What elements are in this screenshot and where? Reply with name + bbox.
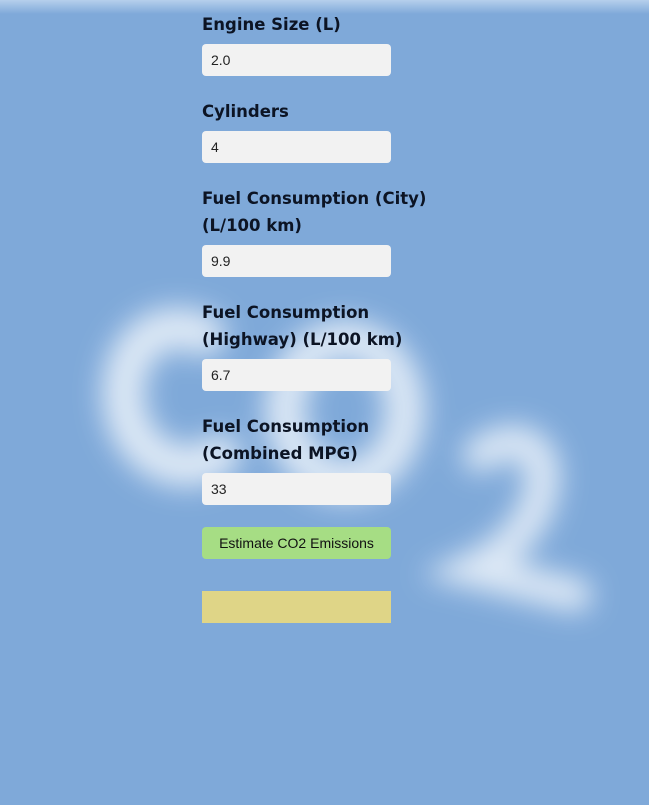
fuel-city-input[interactable]	[202, 245, 391, 277]
fuel-combined-input[interactable]	[202, 473, 391, 505]
engine-size-field: Engine Size (L)	[202, 11, 462, 76]
cylinders-label: Cylinders	[202, 102, 289, 121]
fuel-combined-label: Fuel Consumption (Combined MPG)	[202, 417, 370, 463]
estimate-button[interactable]: Estimate CO2 Emissions	[202, 527, 391, 559]
cylinders-input[interactable]	[202, 131, 391, 163]
result-output	[202, 591, 391, 623]
fuel-city-field: Fuel Consumption (City) (L/100 km)	[202, 185, 462, 277]
fuel-combined-field: Fuel Consumption (Combined MPG)	[202, 413, 462, 505]
cylinders-field: Cylinders	[202, 98, 462, 163]
engine-size-label: Engine Size (L)	[202, 15, 341, 34]
fuel-highway-label: Fuel Consumption (Highway) (L/100 km)	[202, 303, 403, 349]
fuel-city-label: Fuel Consumption (City) (L/100 km)	[202, 189, 427, 235]
fuel-highway-field: Fuel Consumption (Highway) (L/100 km)	[202, 299, 462, 391]
fuel-highway-input[interactable]	[202, 359, 391, 391]
emissions-form: Engine Size (L) Cylinders Fuel Consumpti…	[202, 11, 462, 623]
engine-size-input[interactable]	[202, 44, 391, 76]
